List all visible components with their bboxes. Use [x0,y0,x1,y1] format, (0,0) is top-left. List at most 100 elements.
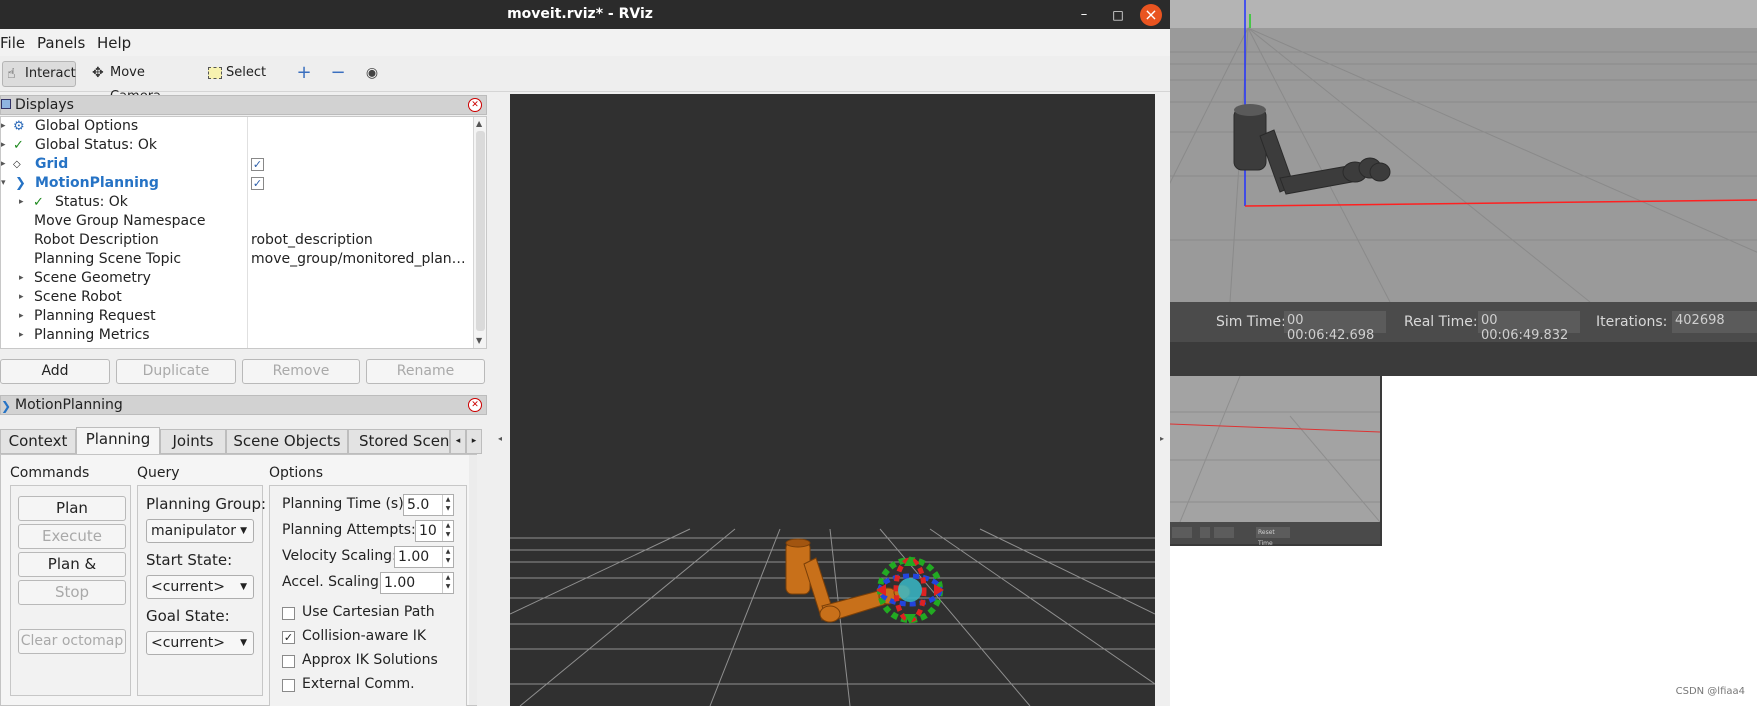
tree-row-scene-geometry[interactable]: ▸ Scene Geometry [1,269,471,288]
expand-arrow-icon[interactable]: ▸ [19,193,24,212]
tree-scrollbar[interactable]: ▲ ▼ [473,117,486,348]
mini-reset-time-button[interactable]: Reset Time [1256,527,1290,547]
select-box-icon [208,67,222,79]
expand-arrow-icon[interactable]: ▸ [1,155,6,174]
spin-arrows-icon[interactable]: ▲ ▼ [442,495,453,515]
query-title: Query [137,465,180,481]
robot-description-value[interactable]: robot_description [251,231,471,250]
right-splitter[interactable]: ▸ [1155,94,1170,706]
duplicate-display-button[interactable]: Duplicate [116,359,236,384]
tree-row-motion-planning[interactable]: ▾ ❯ MotionPlanning ✓ [1,174,471,193]
close-panel-icon[interactable]: ✕ [468,398,482,412]
spin-arrows-icon[interactable]: ▲ ▼ [442,521,453,541]
gazebo-3d-view[interactable] [1170,0,1757,302]
plan-button[interactable]: Plan [18,496,126,521]
real-time-label: Real Time: [1404,314,1478,330]
render-3d-view[interactable] [510,94,1155,706]
title-bar[interactable]: moveit.rviz* - RViz – □ × [0,0,1170,29]
collision-aware-ik-checkbox[interactable]: ✓ [282,631,295,644]
goal-state-dropdown[interactable]: <current> ▼ [146,631,254,655]
planning-time-spinbox[interactable]: 5.0 ▲ ▼ [403,494,454,516]
collapse-left-icon[interactable]: ◂ [498,434,502,443]
planning-group-dropdown[interactable]: manipulator ▼ [146,519,254,543]
expand-arrow-icon[interactable]: ▸ [1,117,6,136]
tree-row-grid[interactable]: ▸ ◇ Grid ✓ [1,155,471,174]
checkmark-icon: ✓ [33,195,44,210]
use-cartesian-path-checkbox[interactable] [282,607,295,620]
tab-scroll-right-icon[interactable]: ▸ [466,429,482,454]
minimize-button[interactable]: – [1073,4,1095,26]
start-state-label: Start State: [146,551,233,569]
select-tool-button[interactable]: Select [204,61,276,87]
add-display-button[interactable]: Add [0,359,110,384]
tab-context[interactable]: Context [0,429,76,454]
tree-row-global-status[interactable]: ▸ ✓ Global Status: Ok [1,136,471,155]
rename-display-button[interactable]: Rename [366,359,485,384]
move-camera-tool-button[interactable]: ✥ Move Camera [88,61,188,104]
close-button[interactable]: × [1140,4,1162,26]
motion-planning-enabled-checkbox[interactable]: ✓ [251,177,264,190]
commands-title: Commands [10,465,90,481]
menu-help[interactable]: Help [97,34,131,52]
tab-planning[interactable]: Planning [76,427,160,455]
hand-pointer-icon: ☝ [7,66,16,82]
execute-button[interactable]: Execute [18,524,126,549]
eye-icon[interactable]: ◉ [360,61,384,87]
tree-row-status[interactable]: ▸ ✓ Status: Ok [1,193,471,212]
plan-and-execute-button[interactable]: Plan & Execute [18,552,126,596]
stop-button[interactable]: Stop [18,580,126,605]
maximize-button[interactable]: □ [1107,4,1129,26]
expand-arrow-icon[interactable]: ▸ [1,136,6,155]
remove-display-button[interactable]: Remove [242,359,360,384]
options-title: Options [269,465,324,481]
expand-arrow-icon[interactable]: ▸ [19,288,24,307]
real-time-value: 00 00:06:49.832 [1478,311,1580,343]
collapse-right-icon[interactable]: ▸ [1160,434,1164,443]
external-comm-checkbox[interactable] [282,679,295,692]
gazebo-mini-window: Reset Time [1170,376,1382,547]
velocity-scaling-label: Velocity Scaling: [282,548,397,564]
add-tool-icon[interactable]: + [292,61,316,87]
gazebo-status-bar: Sim Time: 00 00:06:42.698 Real Time: 00 … [1170,302,1757,343]
tab-scene-objects[interactable]: Scene Objects [226,429,348,454]
menu-file[interactable]: File [0,34,25,52]
tab-joints[interactable]: Joints [160,429,226,454]
panel-scrollbar[interactable] [469,455,477,705]
accel-scaling-spinbox[interactable]: 1.00 ▲ ▼ [380,572,454,594]
planning-time-label: Planning Time (s): [282,496,409,512]
tab-scroll-left-icon[interactable]: ◂ [450,429,466,454]
expand-arrow-icon[interactable]: ▸ [19,269,24,288]
collision-aware-ik-label: Collision-aware IK [302,628,427,644]
external-comm-label: External Comm. [302,676,415,692]
expand-arrow-icon[interactable]: ▸ [19,307,24,326]
tree-row-planning-metrics[interactable]: ▸ Planning Metrics [1,326,471,345]
grid-enabled-checkbox[interactable]: ✓ [251,158,264,171]
tree-row-scene-robot[interactable]: ▸ Scene Robot [1,288,471,307]
tree-row-global-options[interactable]: ▸ ⚙ Global Options [1,117,471,136]
collapse-arrow-icon[interactable]: ▾ [1,174,6,193]
spin-arrows-icon[interactable]: ▲ ▼ [442,573,453,593]
displays-tree[interactable]: ▸ ⚙ Global Options ▸ ✓ Global Status: Ok… [0,116,487,349]
start-state-dropdown[interactable]: <current> ▼ [146,575,254,599]
select-label: Select [226,65,267,80]
planning-attempts-spinbox[interactable]: 10 ▲ ▼ [415,520,454,542]
menu-panels[interactable]: Panels [37,34,85,52]
velocity-scaling-spinbox[interactable]: 1.00 ▲ ▼ [394,546,454,568]
tree-row-planning-request[interactable]: ▸ Planning Request [1,307,471,326]
interact-tool-button[interactable]: ☝ Interact [2,61,76,87]
close-panel-icon[interactable]: ✕ [468,98,482,112]
tree-row-move-group-namespace[interactable]: Move Group Namespace [1,212,471,231]
expand-arrow-icon[interactable]: ▸ [19,326,24,345]
planning-scene-topic-value[interactable]: move_group/monitored_plan… [251,250,471,269]
remove-tool-icon[interactable]: − [326,61,350,87]
scrollbar-thumb[interactable] [476,131,485,331]
tree-row-robot-description[interactable]: Robot Description robot_description [1,231,471,250]
sim-time-label: Sim Time: [1216,314,1286,330]
tab-stored-scenes[interactable]: Stored Scene [348,429,450,454]
tree-row-planning-scene-topic[interactable]: Planning Scene Topic move_group/monitore… [1,250,471,269]
commands-group: Plan Execute Plan & Execute Stop Clear o… [10,485,131,696]
approx-ik-solutions-checkbox[interactable] [282,655,295,668]
clear-octomap-button[interactable]: Clear octomap [18,629,126,654]
left-splitter[interactable]: ◂ [488,94,510,706]
spin-arrows-icon[interactable]: ▲ ▼ [442,547,453,567]
